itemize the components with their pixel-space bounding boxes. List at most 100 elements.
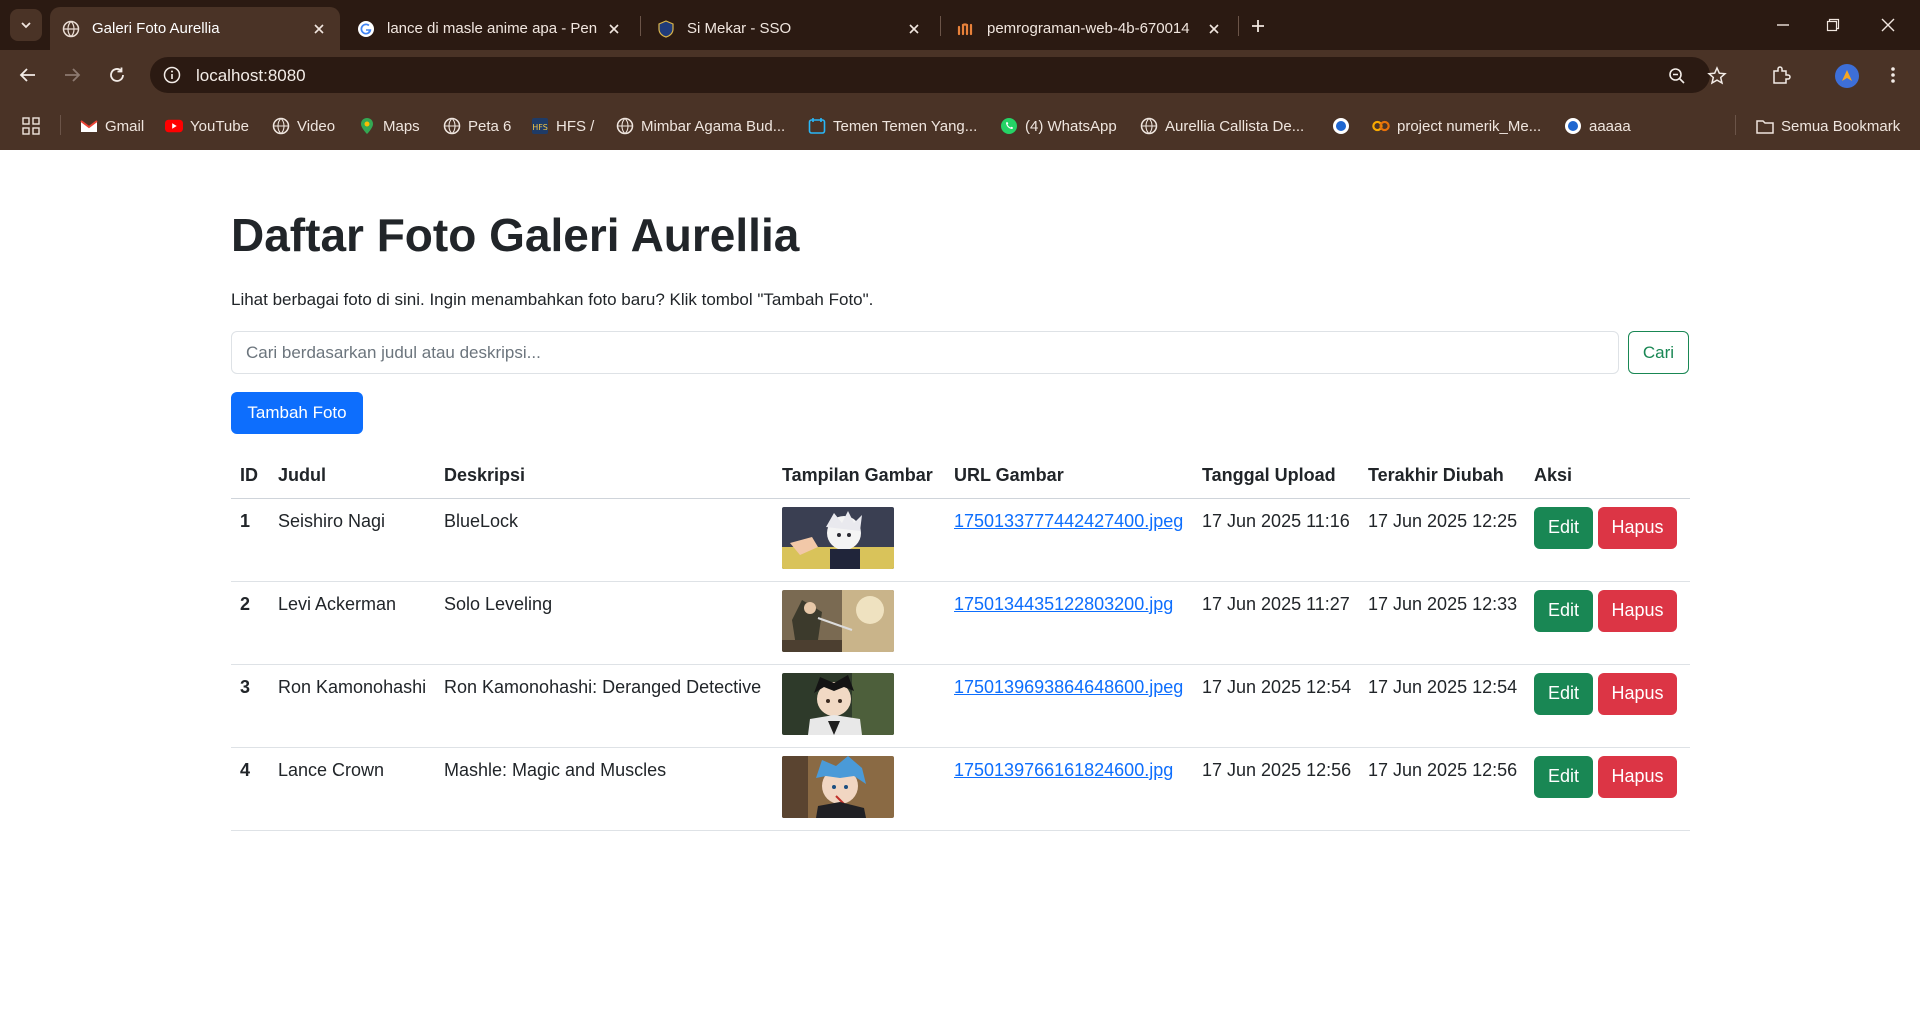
colab-icon [1372, 117, 1390, 135]
image-url-link[interactable]: 1750139766161824600.jpg [954, 760, 1173, 780]
image-url-link[interactable]: 1750133777442427400.jpeg [954, 511, 1183, 531]
globe-icon [443, 117, 461, 135]
profile-avatar[interactable] [1835, 64, 1859, 88]
svg-text:HFS: HFS [532, 123, 548, 132]
cell-judul: Seishiro Nagi [269, 498, 435, 582]
cell-judul: Lance Crown [269, 747, 435, 831]
image-url-link[interactable]: 1750139693864648600.jpeg [954, 677, 1183, 697]
cell-updated: 17 Jun 2025 12:25 [1359, 498, 1525, 582]
search-button[interactable]: Cari [1628, 331, 1689, 374]
cell-updated: 17 Jun 2025 12:33 [1359, 581, 1525, 665]
gmail-icon [80, 117, 98, 135]
bookmark-whatsapp[interactable]: (4) WhatsApp [1000, 115, 1117, 137]
minimize-window-button[interactable] [1760, 10, 1806, 40]
forward-button[interactable] [57, 60, 87, 90]
edit-button[interactable]: Edit [1534, 755, 1593, 798]
cell-uploaded: 17 Jun 2025 12:56 [1193, 747, 1359, 831]
bookmark-aurellia[interactable]: Aurellia Callista De... [1140, 115, 1304, 137]
reload-button[interactable] [102, 60, 132, 90]
new-tab-button[interactable] [1245, 13, 1271, 39]
extensions-icon[interactable] [1768, 62, 1794, 88]
tab-pemrograman-web[interactable]: pemrograman-web-4b-670014 [945, 7, 1235, 50]
cell-url: 1750133777442427400.jpeg [945, 498, 1193, 582]
all-bookmarks-button[interactable]: Semua Bookmark [1756, 115, 1900, 137]
bookmark-label: Mimbar Agama Bud... [641, 117, 786, 135]
cell-actions: Edit Hapus [1525, 498, 1690, 582]
tab-galeri-foto[interactable]: Galeri Foto Aurellia [50, 7, 340, 50]
maximize-window-button[interactable] [1810, 10, 1856, 40]
delete-button[interactable]: Hapus [1598, 755, 1677, 798]
image-url-link[interactable]: 1750134435122803200.jpg [954, 594, 1173, 614]
more-menu-icon[interactable] [1880, 62, 1906, 88]
site-info-icon[interactable] [162, 65, 182, 85]
tab-separator [940, 16, 941, 36]
restore-window-icon [1826, 18, 1840, 32]
cell-thumbnail [773, 498, 945, 582]
globe-icon [616, 117, 634, 135]
delete-button[interactable]: Hapus [1598, 589, 1677, 632]
tab-si-mekar[interactable]: Si Mekar - SSO [645, 7, 935, 50]
bookmark-youtube[interactable]: YouTube [165, 115, 249, 137]
bookmark-label: Video [297, 117, 336, 135]
profile-icon [1842, 70, 1852, 81]
delete-button[interactable]: Hapus [1598, 506, 1677, 549]
circle-app-icon [1332, 117, 1350, 135]
hfs-icon: HFS [531, 117, 549, 135]
edit-button[interactable]: Edit [1534, 589, 1593, 632]
zoom-icon[interactable] [1666, 65, 1688, 87]
apps-button[interactable] [22, 115, 47, 137]
cell-deskripsi: BlueLock [435, 498, 773, 582]
bookmark-video[interactable]: Video [272, 115, 335, 137]
star-bookmark-icon[interactable] [1706, 65, 1728, 87]
delete-button[interactable]: Hapus [1598, 672, 1677, 715]
edit-button[interactable]: Edit [1534, 506, 1593, 549]
bookmark-project-numerik[interactable]: project numerik_Me... [1372, 115, 1541, 137]
plus-icon [1252, 20, 1264, 32]
minimize-icon [1777, 24, 1789, 26]
bookmark-temen[interactable]: Temen Temen Yang... [808, 115, 977, 137]
close-window-button[interactable] [1865, 10, 1911, 40]
column-header-deskripsi: Deskripsi [435, 453, 773, 499]
search-input[interactable] [231, 331, 1619, 374]
cell-deskripsi: Ron Kamonohashi: Deranged Detective [435, 664, 773, 748]
photo-thumbnail [782, 672, 894, 735]
photo-thumbnail [782, 755, 894, 818]
photo-thumbnail [782, 506, 894, 569]
cell-deskripsi: Mashle: Magic and Muscles [435, 747, 773, 831]
tab-google-search[interactable]: lance di masle anime apa - Pen [345, 7, 635, 50]
close-tab-icon[interactable] [905, 20, 923, 38]
address-url[interactable]: localhost:8080 [196, 66, 306, 86]
tab-search-button[interactable] [10, 9, 42, 41]
cell-deskripsi: Solo Leveling [435, 581, 773, 665]
edit-button[interactable]: Edit [1534, 672, 1593, 715]
column-header-judul: Judul [269, 453, 435, 499]
table-row: 4 Lance Crown Mashle: Magic and Muscles … [231, 747, 1690, 831]
close-icon [1881, 18, 1895, 32]
calendar-icon [808, 117, 826, 135]
bookmark-mimbar[interactable]: Mimbar Agama Bud... [616, 115, 785, 137]
bookmarks-bar: Gmail YouTube Video Maps Peta 6 HFS HFS … [0, 100, 1920, 150]
close-tab-icon[interactable] [605, 20, 623, 38]
cell-id: 3 [231, 664, 269, 748]
close-tab-icon[interactable] [1205, 20, 1223, 38]
tab-separator [640, 16, 641, 36]
cell-id: 1 [231, 498, 269, 582]
page-content: Daftar Foto Galeri Aurellia Lihat berbag… [0, 150, 1920, 1020]
add-photo-button[interactable]: Tambah Foto [231, 392, 363, 434]
bookmark-label: aaaaa [1589, 117, 1631, 135]
tab-title: lance di masle anime apa - Pen [387, 20, 597, 37]
bookmark-hfs[interactable]: HFS HFS / [531, 115, 594, 137]
folder-icon [1756, 117, 1774, 135]
shield-icon [657, 19, 675, 38]
bookmark-app[interactable] [1332, 115, 1357, 137]
bookmark-aaaaa[interactable]: aaaaa [1564, 115, 1631, 137]
bookmark-peta6[interactable]: Peta 6 [443, 115, 511, 137]
all-bookmarks-label: Semua Bookmark [1781, 117, 1901, 135]
bookmark-gmail[interactable]: Gmail [80, 115, 144, 137]
whatsapp-icon [1000, 117, 1018, 135]
address-bar[interactable]: localhost:8080 [150, 57, 1710, 93]
column-header-tampilan-gambar: Tampilan Gambar [773, 453, 945, 499]
bookmark-maps[interactable]: Maps [358, 115, 420, 137]
back-button[interactable] [13, 60, 43, 90]
close-tab-icon[interactable] [310, 20, 328, 38]
